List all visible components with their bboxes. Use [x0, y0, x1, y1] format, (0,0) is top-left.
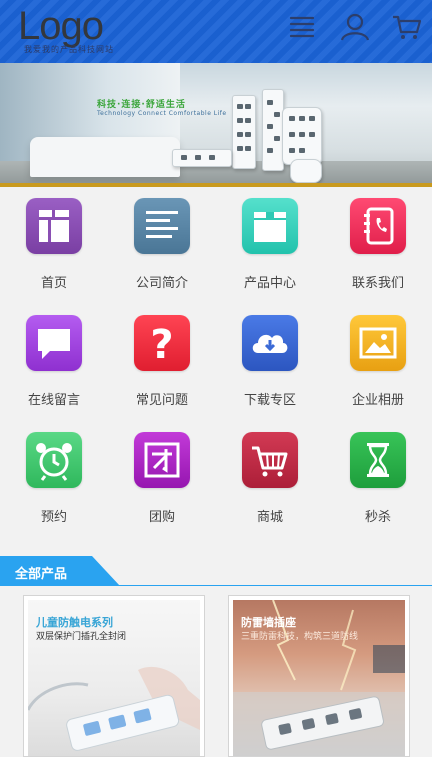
product-card[interactable]: 儿童防触电系列 双层保护门插孔全封闭 — [23, 595, 205, 757]
nav-label: 企业相册 — [351, 393, 404, 408]
nav-item-home[interactable]: 首页 — [0, 188, 108, 305]
product-image: 防雷墙插座 三重防雷科技，构筑三道防线 — [233, 600, 405, 756]
header-bar: Logo 我爱我的产品科技网站 — [0, 0, 432, 63]
nav-label: 公司简介 — [135, 276, 188, 291]
nav-item-faq[interactable]: ? 常见问题 — [108, 305, 216, 422]
nav-item-album[interactable]: 企业相册 — [324, 305, 432, 422]
nav-label: 首页 — [40, 276, 67, 291]
svg-text:?: ? — [150, 322, 173, 368]
power-strip-image — [282, 107, 322, 165]
nav-item-products[interactable]: 产品中心 — [216, 188, 324, 305]
nav-item-download[interactable]: 下载专区 — [216, 305, 324, 422]
section-title: 全部产品 — [15, 567, 68, 582]
product-card[interactable]: 防雷墙插座 三重防雷科技，构筑三道防线 — [228, 595, 410, 757]
power-strip-image — [172, 149, 232, 167]
alarm-clock-icon — [26, 432, 82, 488]
product-image: 儿童防触电系列 双层保护门插孔全封闭 — [28, 600, 200, 756]
menu-icon[interactable] — [285, 10, 319, 44]
hourglass-icon — [350, 432, 406, 488]
power-strip-image — [232, 95, 256, 169]
product-title: 防雷墙插座 — [241, 616, 296, 629]
question-icon: ? — [134, 315, 190, 371]
nav-item-reservation[interactable]: 预约 — [0, 422, 108, 539]
product-subtitle: 双层保护门插孔全封闭 — [36, 632, 127, 642]
message-icon — [26, 315, 82, 371]
nav-label: 产品中心 — [243, 276, 296, 291]
nav-item-message[interactable]: 在线留言 — [0, 305, 108, 422]
nav-label: 在线留言 — [27, 393, 80, 408]
cart-icon[interactable] — [390, 10, 424, 44]
box-icon — [242, 198, 298, 254]
shopping-cart-icon — [242, 432, 298, 488]
nav-item-company-intro[interactable]: 公司简介 — [108, 188, 216, 305]
nav-label: 秒杀 — [364, 510, 391, 525]
banner-slogan-en: Technology Connect Comfortable Life — [97, 110, 227, 117]
nav-label: 常见问题 — [135, 393, 188, 408]
group-buy-icon — [134, 432, 190, 488]
power-strip-image — [262, 89, 284, 171]
nav-item-flash-sale[interactable]: 秒杀 — [324, 422, 432, 539]
nav-label: 预约 — [40, 510, 67, 525]
timer-plug-image — [290, 159, 322, 183]
logo[interactable]: Logo — [18, 4, 104, 48]
section-divider — [0, 585, 432, 586]
banner-slogan: 科技·连接·舒适生活 — [97, 100, 186, 110]
contact-book-icon — [350, 198, 406, 254]
banner-sofa-image — [30, 137, 180, 177]
nav-label: 下载专区 — [243, 393, 296, 408]
nav-item-mall[interactable]: 商城 — [216, 422, 324, 539]
nav-item-group-buy[interactable]: 团购 — [108, 422, 216, 539]
logo-subtitle: 我爱我的产品科技网站 — [24, 45, 114, 54]
product-title: 儿童防触电系列 — [36, 616, 113, 629]
nav-label: 商城 — [256, 510, 283, 525]
user-icon[interactable] — [338, 10, 372, 44]
nav-label: 联系我们 — [351, 276, 404, 291]
banner-accent-bar — [0, 183, 432, 187]
cloud-download-icon — [242, 315, 298, 371]
document-icon — [134, 198, 190, 254]
nav-item-contact[interactable]: 联系我们 — [324, 188, 432, 305]
product-subtitle: 三重防雷科技，构筑三道防线 — [241, 632, 359, 642]
home-icon — [26, 198, 82, 254]
hero-banner[interactable]: 科技·连接·舒适生活 Technology Connect Comfortabl… — [0, 63, 432, 187]
nav-label: 团购 — [148, 510, 175, 525]
photo-icon — [350, 315, 406, 371]
